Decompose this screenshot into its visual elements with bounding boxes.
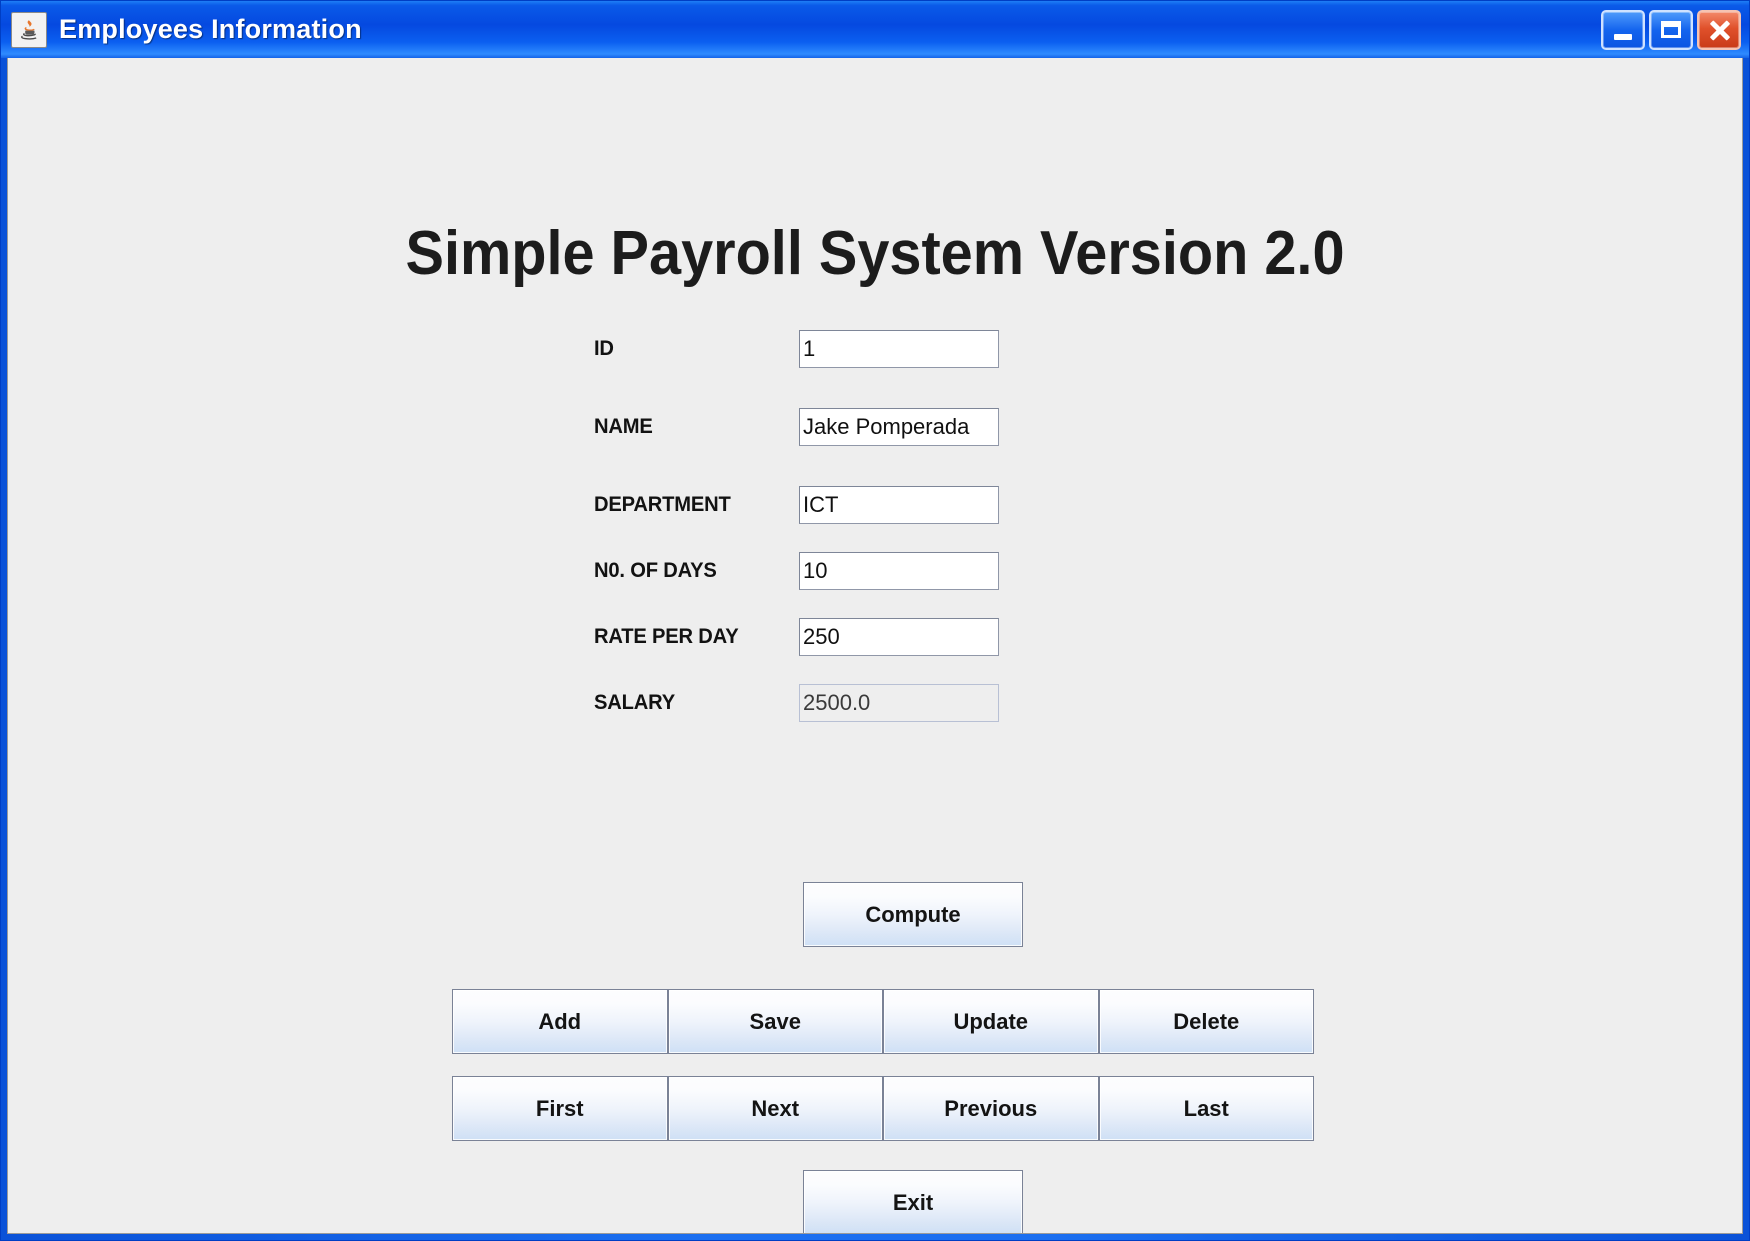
next-button[interactable]: Next [667,1076,883,1141]
client-area: Simple Payroll System Version 2.0 ID NAM… [7,58,1743,1234]
title-bar[interactable]: Employees Information [1,1,1749,58]
application-window: Employees Information Simple Payroll Sys… [0,0,1750,1241]
minimize-icon [1614,33,1632,40]
save-button[interactable]: Save [667,989,883,1054]
form-row-rate-per-day: RATE PER DAY [594,618,1014,656]
maximize-icon [1661,21,1681,38]
salary-field [799,684,999,722]
no-of-days-field[interactable] [799,552,999,590]
department-field[interactable] [799,486,999,524]
label-rate-per-day: RATE PER DAY [594,625,739,648]
first-button[interactable]: First [452,1076,668,1141]
label-name: NAME [594,415,653,438]
previous-button[interactable]: Previous [883,1076,1099,1141]
form-row-no-of-days: N0. OF DAYS [594,552,1014,590]
form-row-id: ID [594,330,1014,368]
close-icon [1708,19,1730,41]
compute-button[interactable]: Compute [803,882,1023,947]
exit-button[interactable]: Exit [803,1170,1023,1233]
navigation-button-row: First Next Previous Last [452,1076,1314,1141]
label-id: ID [594,337,614,360]
id-field[interactable] [799,330,999,368]
close-button[interactable] [1697,9,1741,50]
form-row-name: NAME [594,408,1014,446]
java-coffee-cup-icon [11,11,47,48]
page-title: Simple Payroll System Version 2.0 [405,219,1345,288]
last-button[interactable]: Last [1098,1076,1314,1141]
crud-button-row: Add Save Update Delete [452,989,1314,1054]
title-bar-left: Employees Information [11,11,1601,48]
maximize-button[interactable] [1649,9,1693,50]
rate-per-day-field[interactable] [799,618,999,656]
form-row-department: DEPARTMENT [594,486,1014,524]
name-field[interactable] [799,408,999,446]
window-controls [1601,9,1741,50]
add-button[interactable]: Add [452,989,668,1054]
update-button[interactable]: Update [883,989,1099,1054]
label-department: DEPARTMENT [594,493,731,516]
label-salary: SALARY [594,691,675,714]
window-title: Employees Information [59,14,362,44]
label-no-of-days: N0. OF DAYS [594,559,717,582]
minimize-button[interactable] [1601,9,1645,50]
form-row-salary: SALARY [594,684,1014,722]
delete-button[interactable]: Delete [1098,989,1314,1054]
